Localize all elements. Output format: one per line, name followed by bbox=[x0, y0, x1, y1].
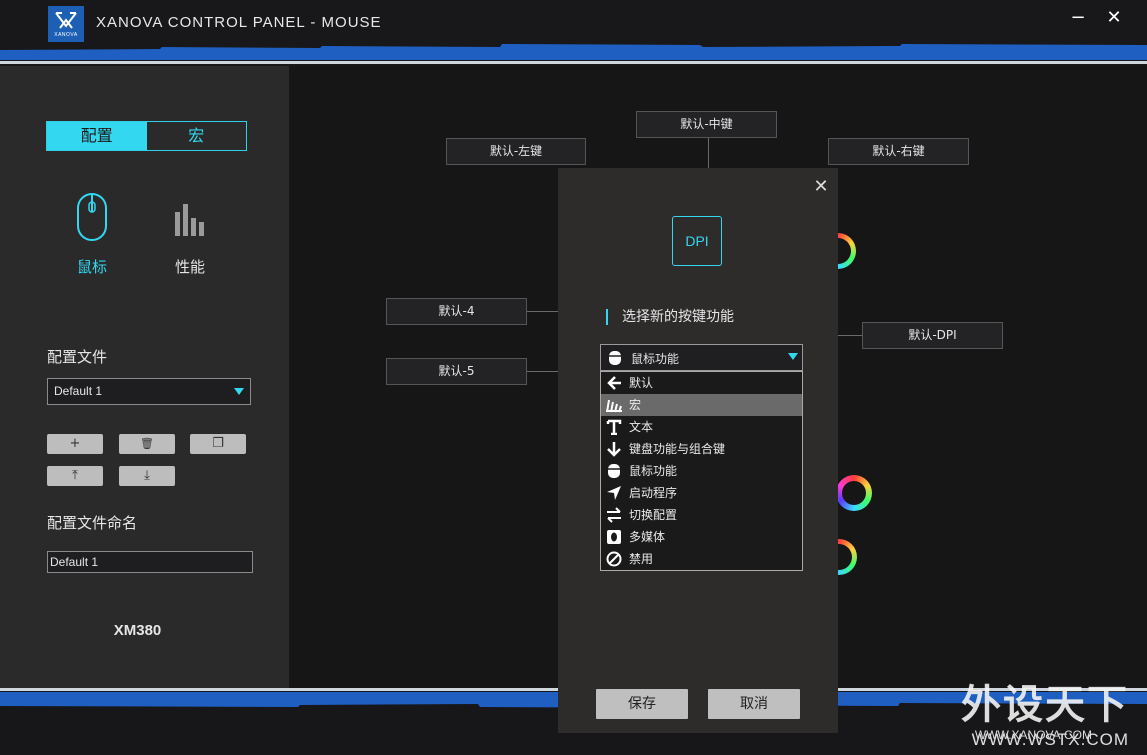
copy-icon: ❐ bbox=[212, 436, 224, 451]
export-profile-button[interactable]: ⤒ bbox=[47, 466, 103, 486]
dpi-icon: DPI bbox=[672, 216, 722, 266]
option-label: 鼠标功能 bbox=[629, 464, 678, 478]
arrow-left-icon bbox=[607, 376, 621, 390]
media-icon bbox=[607, 530, 621, 544]
chevron-down-icon bbox=[788, 353, 798, 360]
tab-macro[interactable]: 宏 bbox=[147, 122, 247, 150]
add-icon: + bbox=[69, 436, 81, 451]
left-panel: 配置 宏 鼠标 性能 配置文件 Default 1 + 🗑 ❐ ⤒ ⤓ 配置文件… bbox=[0, 66, 289, 688]
xanova-logo: XANOVA bbox=[48, 6, 84, 42]
mouse-function-icon bbox=[609, 351, 621, 365]
disable-icon bbox=[606, 551, 622, 567]
option-label: 键盘功能与组合键 bbox=[629, 442, 726, 456]
option-text[interactable]: 文本 bbox=[601, 416, 802, 438]
assign-right-button[interactable]: 默认-右键 bbox=[828, 138, 969, 165]
option-mouse-function[interactable]: 鼠标功能 bbox=[601, 460, 802, 482]
close-button[interactable]: ✕ bbox=[1102, 6, 1126, 30]
assign-button-5[interactable]: 默认-5 bbox=[386, 358, 527, 385]
upload-icon: ⤒ bbox=[72, 468, 78, 483]
option-label: 默认 bbox=[629, 376, 654, 390]
text-icon bbox=[606, 419, 622, 435]
trash-icon: 🗑 bbox=[140, 437, 154, 450]
connector-line bbox=[527, 371, 558, 372]
option-disable[interactable]: 禁用 bbox=[601, 548, 802, 570]
assign-dpi-button[interactable]: 默认-DPI bbox=[862, 322, 1003, 349]
assign-left-button[interactable]: 默认-左键 bbox=[446, 138, 586, 165]
delete-profile-button[interactable]: 🗑 bbox=[119, 434, 175, 454]
connector-line bbox=[838, 335, 862, 336]
save-button[interactable]: 保存 bbox=[596, 689, 688, 719]
option-macro[interactable]: 宏 bbox=[601, 394, 802, 416]
mode-mouse[interactable]: 鼠标 bbox=[62, 192, 122, 282]
mode-tabs: 配置 宏 bbox=[46, 121, 247, 151]
launch-icon bbox=[607, 486, 621, 500]
mode-performance[interactable]: 性能 bbox=[160, 192, 220, 282]
option-keyboard[interactable]: 键盘功能与组合键 bbox=[601, 438, 802, 460]
function-select-value: 鼠标功能 bbox=[631, 352, 680, 366]
mouse-function-icon bbox=[608, 464, 620, 478]
connector-line bbox=[708, 138, 709, 168]
cancel-button[interactable]: 取消 bbox=[708, 689, 800, 719]
minimize-button[interactable]: − bbox=[1066, 6, 1090, 30]
option-launch[interactable]: 启动程序 bbox=[601, 482, 802, 504]
arrow-down-icon bbox=[607, 442, 621, 457]
copy-profile-button[interactable]: ❐ bbox=[190, 434, 246, 454]
option-label: 文本 bbox=[629, 420, 654, 434]
switch-icon bbox=[607, 507, 621, 523]
profile-name-input[interactable]: Default 1 bbox=[47, 551, 253, 573]
option-default[interactable]: 默认 bbox=[601, 372, 802, 394]
function-select[interactable]: 鼠标功能 bbox=[600, 344, 803, 371]
rename-label: 配置文件命名 bbox=[47, 514, 138, 532]
performance-icon bbox=[175, 204, 204, 236]
option-switch-profile[interactable]: 切换配置 bbox=[601, 504, 802, 526]
option-label: 宏 bbox=[629, 398, 642, 412]
site-url: WWW.XANOVA.COM bbox=[974, 728, 1092, 742]
download-icon: ⤓ bbox=[144, 468, 150, 483]
title-stripe bbox=[0, 44, 1147, 64]
macro-icon bbox=[606, 399, 622, 413]
title-bar: XANOVA XANOVA CONTROL PANEL - MOUSE − ✕ bbox=[0, 0, 1147, 66]
modal-close-button[interactable]: ✕ bbox=[812, 176, 830, 197]
model-name: XM380 bbox=[113, 622, 162, 639]
mouse-icon bbox=[77, 193, 107, 241]
connector-line bbox=[527, 311, 558, 312]
logo-text: XANOVA bbox=[54, 32, 78, 38]
profile-select[interactable]: Default 1 bbox=[47, 378, 251, 405]
profile-label: 配置文件 bbox=[47, 348, 108, 366]
app-title: XANOVA CONTROL PANEL - MOUSE bbox=[96, 14, 382, 31]
tab-config[interactable]: 配置 bbox=[47, 122, 147, 150]
add-profile-button[interactable]: + bbox=[47, 434, 103, 454]
option-label: 启动程序 bbox=[629, 486, 678, 500]
mode-mouse-label: 鼠标 bbox=[76, 258, 107, 276]
option-label: 切换配置 bbox=[629, 508, 678, 522]
function-dropdown: 默认 宏 文本 键盘功能与组合键 鼠标功能 启动程序 切换配置 多媒体 禁用 bbox=[600, 371, 803, 571]
import-profile-button[interactable]: ⤓ bbox=[119, 466, 175, 486]
assign-button-4[interactable]: 默认-4 bbox=[386, 298, 527, 325]
profile-select-value: Default 1 bbox=[54, 384, 103, 398]
option-media[interactable]: 多媒体 bbox=[601, 526, 802, 548]
assign-middle-button[interactable]: 默认-中键 bbox=[636, 111, 777, 138]
rgb-ring bbox=[836, 475, 872, 511]
option-label: 禁用 bbox=[629, 552, 654, 566]
function-modal: ✕ DPI 选择新的按键功能 鼠标功能 默认 宏 文本 键盘功能与组合键 鼠标功… bbox=[558, 168, 838, 733]
mode-performance-label: 性能 bbox=[174, 258, 205, 276]
watermark-title: 外设天下 bbox=[961, 682, 1129, 728]
option-label: 多媒体 bbox=[629, 530, 666, 544]
chevron-down-icon bbox=[234, 388, 244, 395]
modal-label: 选择新的按键功能 bbox=[606, 309, 734, 325]
